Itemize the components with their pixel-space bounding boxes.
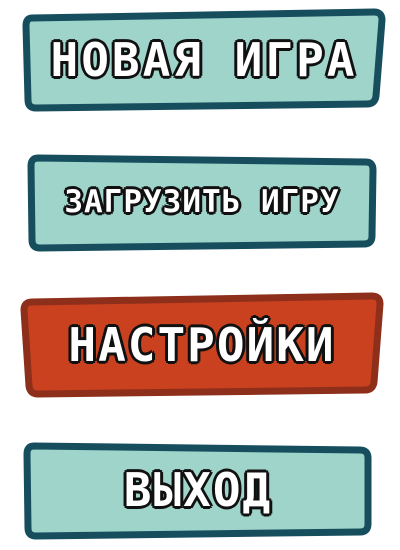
exit-button[interactable]: ВЫХОД: [22, 440, 374, 540]
new-game-label: НОВАЯ ИГРА: [50, 33, 358, 87]
new-game-button[interactable]: НОВАЯ ИГРА: [22, 8, 386, 112]
settings-button[interactable]: НАСТРОЙКИ: [20, 292, 384, 398]
exit-label: ВЫХОД: [123, 463, 273, 517]
settings-label: НАСТРОЙКИ: [68, 318, 336, 372]
main-menu: НОВАЯ ИГРА ЗАГРУЗИТЬ ИГРУ НАСТРОЙКИ ВЫХО…: [0, 0, 400, 550]
load-game-button[interactable]: ЗАГРУЗИТЬ ИГРУ: [26, 152, 378, 252]
load-game-label: ЗАГРУЗИТЬ ИГРУ: [64, 184, 340, 220]
